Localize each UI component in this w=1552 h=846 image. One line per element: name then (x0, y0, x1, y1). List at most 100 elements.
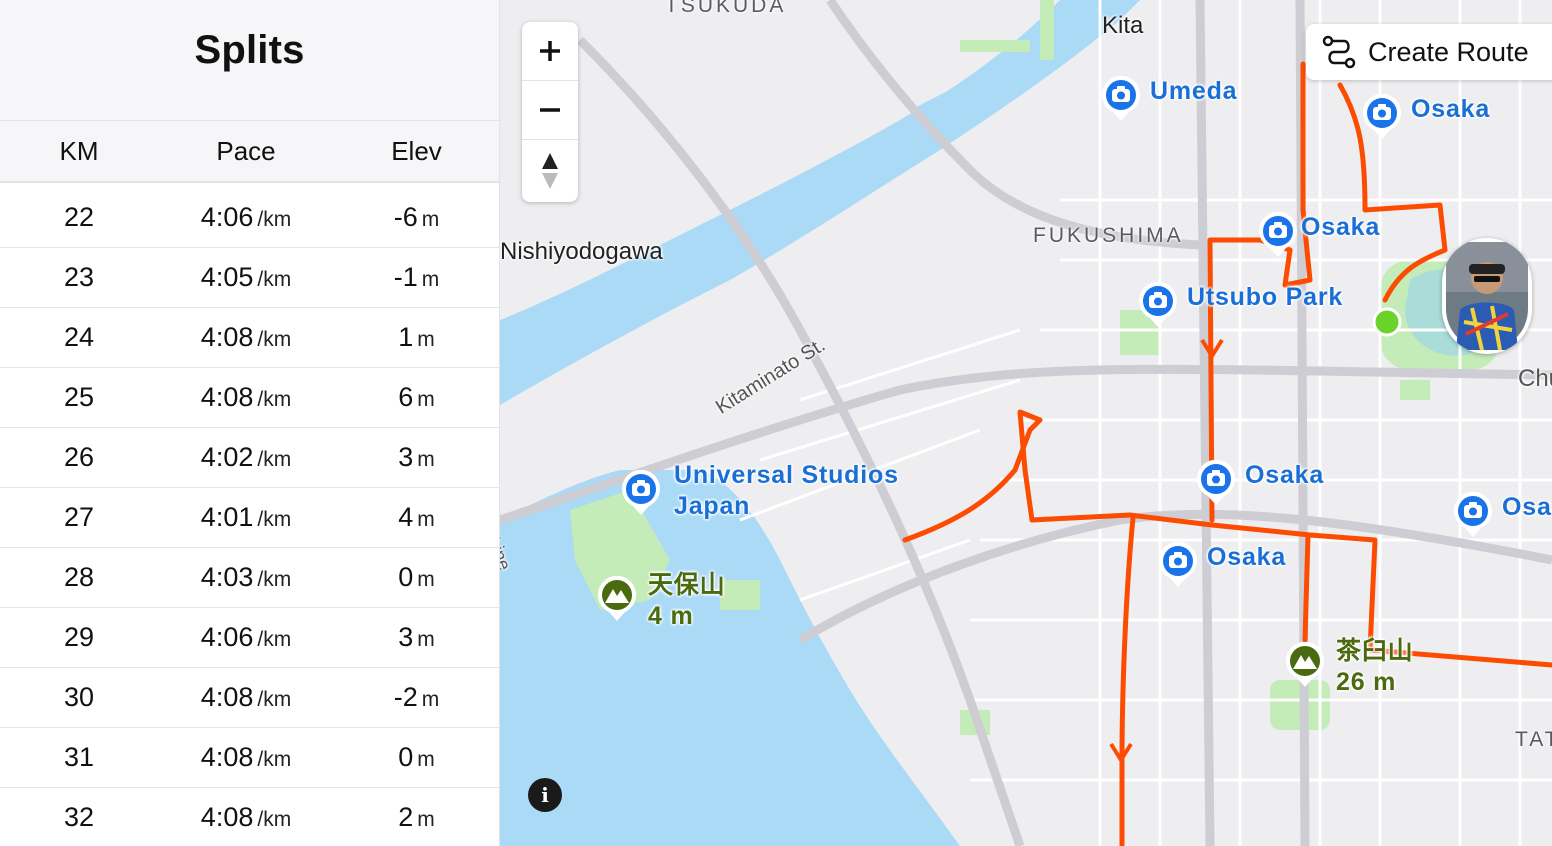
split-elev-value: 3 (398, 622, 414, 652)
split-pace-value: 4:01 (200, 502, 254, 532)
split-pace-unit: /km (257, 568, 292, 591)
split-elev-value: -6 (393, 202, 418, 232)
split-row: 29 4:06/km 3 m (0, 608, 499, 668)
start-marker (1372, 307, 1402, 337)
route-icon (1322, 35, 1356, 69)
camera-pin-icon (1454, 492, 1492, 537)
photo-poi-umeda[interactable]: Umeda (1101, 76, 1237, 122)
split-elev: 3m (334, 442, 499, 473)
split-row: 30 4:08/km -2 m (0, 668, 499, 728)
split-km: 29 (63, 622, 95, 652)
photo-poi-osaka-4-label: Osa (1502, 493, 1552, 521)
split-pace-value: 4:08 (200, 322, 254, 352)
photo-poi-utsubo-park[interactable]: Utsubo Park (1138, 282, 1343, 328)
split-row: 28 4:03/km 0 m (0, 548, 499, 608)
split-elev-unit: m (417, 808, 435, 831)
zoom-in-button[interactable] (522, 22, 578, 81)
park-north (1040, 0, 1054, 60)
split-elev-value: 0 (398, 742, 414, 772)
peak-poi-tempozan[interactable]: 天保山 4 m (597, 570, 725, 632)
photo-poi-utsubo-park-label: Utsubo Park (1187, 283, 1344, 311)
photo-poi-osaka-1[interactable]: Osaka (1362, 94, 1490, 140)
split-pace: 4:08/km (158, 382, 334, 413)
photo-poi-osaka-1-label: Osaka (1411, 95, 1491, 123)
split-row: 23 4:05/km -1 m (0, 248, 499, 308)
camera-pin-icon (1159, 542, 1197, 587)
splits-title: Splits (194, 27, 305, 72)
activity-route (902, 61, 1552, 846)
split-pace-unit: /km (257, 688, 292, 711)
photo-poi-osaka-2[interactable]: Osaka (1258, 212, 1380, 258)
photo-poi-osaka-3[interactable]: Osaka (1196, 460, 1324, 506)
split-elev-unit: m (417, 628, 435, 651)
split-elev-unit: m (417, 388, 435, 411)
compass-icon (542, 153, 558, 189)
split-km: 26 (63, 442, 95, 472)
split-pace-unit: /km (257, 388, 292, 411)
split-elev-unit: m (421, 688, 440, 711)
split-row: 24 4:08/km 1 m (0, 308, 499, 368)
peak-poi-chausuyama[interactable]: 茶臼山 26 m (1285, 636, 1413, 698)
split-pace: 4:06/km (158, 202, 334, 233)
splits-header: Splits (0, 0, 499, 121)
column-pace: Pace (216, 135, 276, 166)
split-pace-unit: /km (257, 508, 292, 531)
split-elev: 4m (334, 502, 499, 533)
minus-icon (540, 108, 560, 112)
split-pace: 4:08/km (158, 802, 334, 833)
camera-pin-icon (1197, 460, 1235, 505)
zoom-out-button[interactable] (522, 81, 578, 140)
camera-pin-icon (622, 470, 660, 515)
split-pace-value: 4:08 (200, 682, 254, 712)
split-elev-unit: m (421, 208, 440, 231)
peak-poi-tempozan-elev: 4 m (648, 602, 694, 630)
split-elev: 1m (334, 322, 499, 353)
split-elev-value: 0 (398, 562, 414, 592)
split-pace-unit: /km (257, 808, 292, 831)
split-pace: 4:06/km (158, 622, 334, 653)
photo-poi-osaka-5[interactable]: Osaka (1158, 542, 1286, 588)
split-pace: 4:02/km (158, 442, 334, 473)
route-map[interactable]: Create Route Kita TSUKUDA FUKUSHIMA Nish… (500, 0, 1552, 846)
split-pace-value: 4:02 (200, 442, 254, 472)
park-east (1400, 380, 1430, 400)
place-label-nishiyodogawa: Nishiyodogawa (500, 238, 663, 265)
split-km: 31 (63, 742, 95, 772)
split-pace-value: 4:06 (200, 202, 254, 232)
split-elev: -1 m (334, 262, 499, 293)
split-elev: 6m (334, 382, 499, 413)
create-route-button[interactable]: Create Route (1306, 24, 1552, 80)
plus-icon (540, 41, 560, 61)
splits-rows: 22 4:06/km -6 m 23 4:05/km -1 m 24 4:08/km 1 m 25 4:0… (0, 183, 499, 846)
place-label-tat: TAT (1515, 728, 1552, 751)
split-elev-value: 6 (398, 382, 414, 412)
camera-pin-icon (1102, 76, 1140, 121)
photo-poi-universal-studios-label-2: Japan (674, 492, 751, 520)
split-elev: 2m (334, 802, 499, 833)
split-elev-value: 3 (398, 442, 414, 472)
split-pace-unit: /km (257, 628, 292, 651)
column-km: KM (59, 135, 99, 166)
split-row: 26 4:02/km 3 m (0, 428, 499, 488)
peak-poi-tempozan-name: 天保山 (648, 571, 726, 599)
split-pace-value: 4:05 (200, 262, 254, 292)
split-row: 32 4:08/km 2 m (0, 788, 499, 846)
avatar-photo (1446, 242, 1528, 351)
split-km: 28 (63, 562, 95, 592)
split-pace-unit: /km (257, 268, 292, 291)
photo-poi-osaka-4[interactable]: Osa (1453, 492, 1552, 538)
athlete-avatar[interactable] (1442, 238, 1532, 354)
compass-button[interactable] (522, 140, 578, 202)
split-pace: 4:05/km (158, 262, 334, 293)
camera-pin-icon (1363, 94, 1401, 139)
split-km: 25 (63, 382, 95, 412)
photo-poi-universal-studios[interactable]: Universal Studios Japan (621, 460, 899, 522)
split-pace-unit: /km (257, 748, 292, 771)
park-tempozan (720, 580, 760, 610)
split-elev-unit: m (417, 508, 435, 531)
split-elev-unit: m (421, 268, 440, 291)
split-pace: 4:08/km (158, 682, 334, 713)
mountain-pin-icon (1286, 642, 1324, 687)
map-info-button[interactable]: i (528, 778, 562, 812)
split-pace-unit: /km (257, 208, 292, 231)
